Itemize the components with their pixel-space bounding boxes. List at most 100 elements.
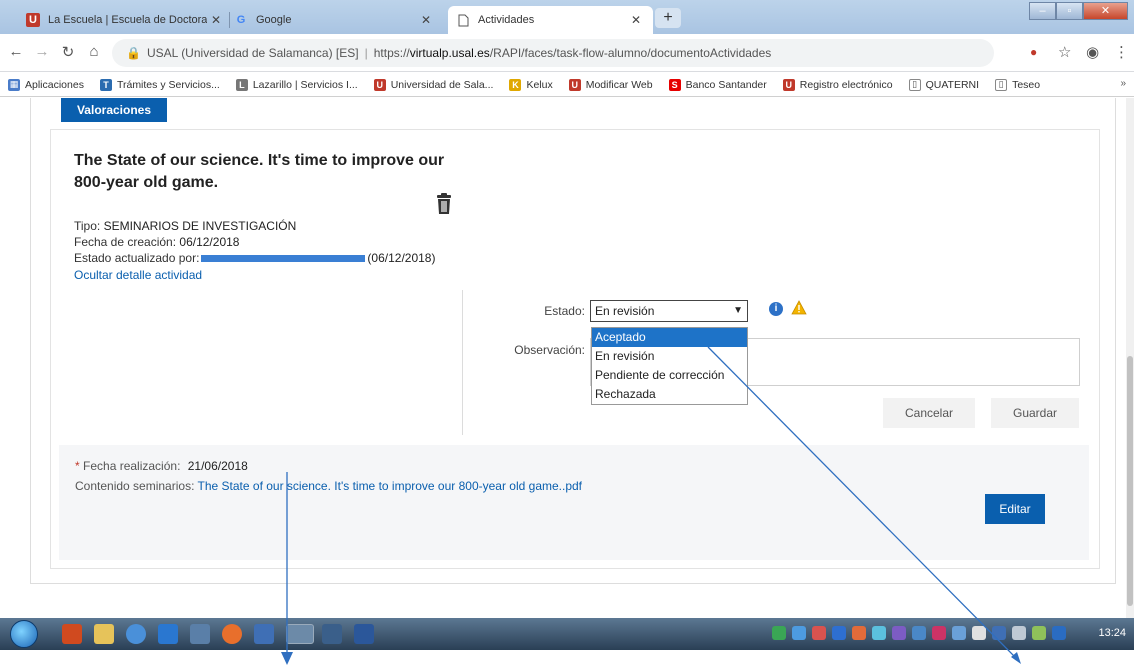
edit-button[interactable]: Editar — [985, 494, 1045, 524]
document-favicon-icon — [456, 13, 470, 27]
extension-icon[interactable]: ● — [1030, 45, 1037, 59]
app-icon[interactable] — [126, 624, 146, 644]
reload-icon[interactable]: ↻ — [58, 43, 78, 61]
bookmark-modificar-web[interactable]: U Modificar Web — [568, 78, 653, 91]
chrome-icon[interactable] — [286, 624, 314, 644]
outlook-tray-icon[interactable] — [992, 626, 1006, 640]
tray-icon[interactable] — [872, 626, 886, 640]
home-icon[interactable]: ⌂ — [84, 43, 104, 60]
ocultar-detalle-link[interactable]: Ocultar detalle actividad — [74, 268, 202, 282]
bookmark-registro[interactable]: U Registro electrónico — [782, 78, 893, 91]
bookmark-banco-santander[interactable]: S Banco Santander — [668, 78, 767, 91]
tab-close-icon[interactable]: ✕ — [207, 13, 225, 27]
bookmark-kelux[interactable]: K Kelux — [509, 78, 553, 91]
info-icon[interactable]: i — [769, 302, 783, 316]
fecha-realizacion-label: Fecha realización: — [83, 459, 181, 473]
url-divider: | — [364, 46, 368, 60]
usal-favicon-icon: U — [26, 13, 40, 27]
tray-icon[interactable] — [912, 626, 926, 640]
apps-grid-icon: ▦ — [8, 78, 20, 91]
contenido-row: Contenido seminarios: The State of our s… — [75, 479, 582, 493]
save-button[interactable]: Guardar — [991, 398, 1079, 428]
option-pendiente-correccion[interactable]: Pendiente de corrección — [592, 366, 747, 385]
tray-icon[interactable] — [832, 626, 846, 640]
back-arrow-icon[interactable]: ← — [6, 43, 26, 60]
url-host: virtualp.usal.es — [409, 46, 490, 60]
bookmark-star-icon[interactable]: ☆ — [1058, 43, 1071, 61]
tramites-icon: T — [99, 78, 112, 91]
observacion-label: Observación: — [514, 343, 585, 357]
chevron-down-icon: ▼ — [733, 305, 743, 316]
details-panel: * Fecha realización: 21/06/2018 Contenid… — [59, 445, 1089, 560]
tab-google[interactable]: G Google ✕ — [226, 6, 443, 34]
document-icon: ▯ — [995, 78, 1008, 91]
tray-icon[interactable] — [892, 626, 906, 640]
page-content: Valoraciones The State of our science. I… — [0, 98, 1134, 618]
tab-escuela[interactable]: U La Escuela | Escuela de Doctorad ✕ — [18, 6, 233, 34]
forward-arrow-icon[interactable]: → — [32, 43, 52, 60]
estado-select[interactable]: En revisión ▼ — [590, 300, 748, 322]
tab-title: La Escuela | Escuela de Doctorad — [48, 14, 207, 26]
close-window-button[interactable]: ✕ — [1083, 2, 1128, 20]
trash-icon[interactable] — [435, 193, 453, 215]
menu-kebab-icon[interactable]: ⋮ — [1114, 43, 1129, 61]
tray-icon[interactable] — [812, 626, 826, 640]
tray-icon[interactable] — [1052, 626, 1066, 640]
filezilla-icon[interactable] — [62, 624, 82, 644]
new-tab-button[interactable]: + — [655, 8, 681, 28]
volume-icon[interactable] — [1012, 626, 1026, 640]
bookmark-quaterni[interactable]: ▯ QUATERNI — [908, 78, 979, 91]
kelux-icon: K — [509, 78, 522, 91]
cancel-button[interactable]: Cancelar — [883, 398, 975, 428]
redacted-name — [201, 255, 366, 263]
flag-icon[interactable] — [972, 626, 986, 640]
tray-icon[interactable] — [952, 626, 966, 640]
santander-icon: S — [668, 78, 681, 91]
tab-close-icon[interactable]: ✕ — [627, 13, 645, 27]
bookmark-tramites[interactable]: T Trámites y Servicios... — [99, 78, 220, 91]
bookmark-aplicaciones[interactable]: ▦ Aplicaciones — [8, 78, 84, 91]
tray-icon[interactable] — [1032, 626, 1046, 640]
google-favicon-icon: G — [236, 14, 246, 26]
contenido-pdf-link[interactable]: The State of our science. It's time to i… — [198, 479, 582, 493]
required-mark: * — [75, 459, 80, 473]
usal-icon: U — [373, 78, 386, 91]
outlook-icon[interactable] — [254, 624, 274, 644]
scrollbar-thumb[interactable] — [1127, 356, 1133, 606]
warning-icon[interactable] — [791, 300, 807, 316]
maximize-button[interactable]: ▫ — [1056, 2, 1083, 20]
tab-actividades[interactable]: Actividades ✕ — [448, 6, 653, 34]
profile-icon[interactable]: ◉ — [1086, 43, 1099, 61]
browser-tab-bar: U La Escuela | Escuela de Doctorad ✕ G G… — [0, 0, 1134, 34]
tab-close-icon[interactable]: ✕ — [417, 13, 435, 27]
internet-explorer-icon[interactable] — [158, 624, 178, 644]
tray-icon[interactable] — [932, 626, 946, 640]
word-icon[interactable] — [354, 624, 374, 644]
page-scrollbar[interactable] — [1126, 98, 1134, 618]
fecha-creacion-label: Fecha de creación: — [74, 235, 177, 249]
estado-dropdown-list: Aceptado En revisión Pendiente de correc… — [591, 327, 748, 405]
bookmark-teseo[interactable]: ▯ Teseo — [995, 78, 1040, 91]
file-explorer-icon[interactable] — [94, 624, 114, 644]
site-identity: USAL (Universidad de Salamanca) [ES] — [146, 46, 359, 60]
media-player-icon[interactable] — [190, 624, 210, 644]
minimize-button[interactable]: – — [1029, 2, 1056, 20]
start-button[interactable] — [10, 620, 38, 648]
tray-icon[interactable] — [792, 626, 806, 640]
tray-icon[interactable] — [772, 626, 786, 640]
option-aceptado[interactable]: Aceptado — [592, 328, 747, 347]
tab-valoraciones[interactable]: Valoraciones — [61, 98, 167, 122]
url-input[interactable]: 🔒 USAL (Universidad de Salamanca) [ES] | ht… — [112, 39, 994, 67]
tipo-row: Tipo: SEMINARIOS DE INVESTIGACIÓN — [74, 219, 296, 233]
app-icon[interactable] — [322, 624, 342, 644]
lock-icon: 🔒 — [126, 46, 141, 60]
bookmarks-overflow-icon[interactable]: » — [1120, 78, 1126, 89]
bookmark-universidad[interactable]: U Universidad de Sala... — [373, 78, 493, 91]
bookmark-lazarillo[interactable]: L Lazarillo | Servicios I... — [235, 78, 358, 91]
column-divider — [462, 290, 463, 435]
below-taskbar-area — [0, 650, 1134, 667]
option-rechazada[interactable]: Rechazada — [592, 385, 747, 404]
option-en-revision[interactable]: En revisión — [592, 347, 747, 366]
firefox-icon[interactable] — [222, 624, 242, 644]
tray-icon[interactable] — [852, 626, 866, 640]
